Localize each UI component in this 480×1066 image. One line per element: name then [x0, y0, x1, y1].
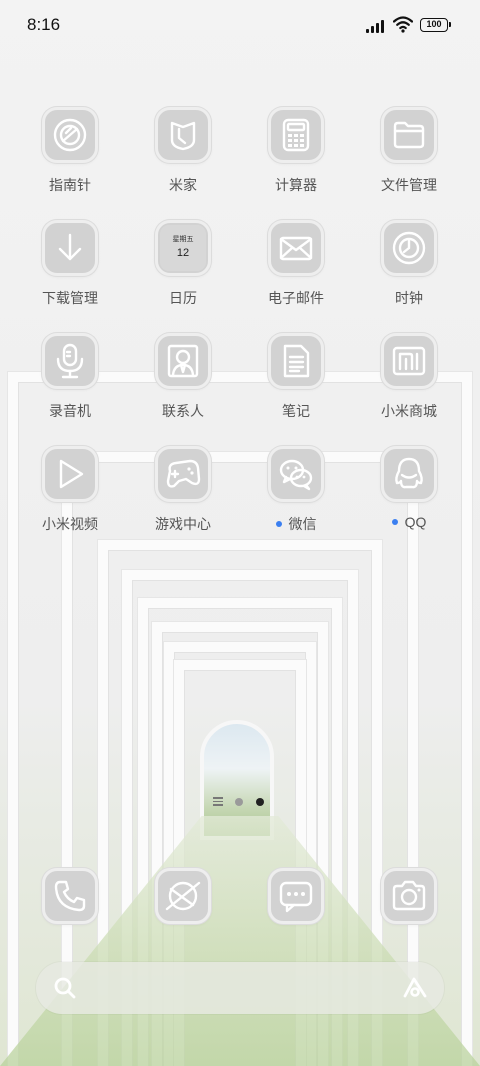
app-mijia[interactable]: 米家 [133, 107, 233, 195]
app-label: 计算器 [275, 177, 317, 193]
app-label: 联系人 [162, 403, 204, 419]
dock-phone[interactable] [20, 868, 120, 924]
app-clock[interactable]: 时钟 [359, 220, 459, 308]
phone-icon [42, 868, 98, 924]
dock-camera[interactable] [359, 868, 459, 924]
app-video-play[interactable]: 小米视频 [20, 446, 120, 534]
app-calendar[interactable]: 星期五 12 日历 [133, 220, 233, 308]
contacts-icon [155, 333, 211, 389]
notification-dot [275, 521, 282, 527]
app-label: 下载管理 [42, 290, 98, 306]
calendar-weekday: 星期五 [172, 236, 194, 243]
app-wechat[interactable]: 微信 [246, 446, 346, 534]
app-label: 日历 [169, 290, 197, 306]
video-play-icon [42, 446, 98, 502]
microphone-icon [42, 333, 98, 389]
app-label: 小米视频 [42, 516, 98, 532]
clock-icon [381, 220, 437, 276]
notification-dot [391, 519, 398, 525]
calculator-icon [268, 107, 324, 163]
mi-store-icon [381, 333, 437, 389]
app-label: 游戏中心 [155, 516, 211, 532]
app-label: 米家 [169, 177, 197, 193]
app-label: QQ [404, 514, 427, 530]
messages-icon [268, 868, 324, 924]
calendar-day: 12 [176, 247, 190, 259]
cellular-signal-icon [366, 19, 388, 33]
mijia-icon [155, 107, 211, 163]
page-dot-2[interactable] [256, 798, 264, 806]
page-indicator[interactable] [213, 796, 269, 808]
status-bar: 8:16 100 [0, 0, 480, 50]
battery-icon: 100 [420, 18, 451, 32]
wechat-icon [268, 446, 324, 502]
camera-icon [381, 868, 437, 924]
compass-icon [42, 107, 98, 163]
dock-browser[interactable] [133, 868, 233, 924]
app-compass[interactable]: 指南针 [20, 107, 120, 195]
app-folder[interactable]: 文件管理 [359, 107, 459, 195]
status-time: 8:16 [27, 15, 61, 34]
folder-icon [381, 107, 437, 163]
app-label: 笔记 [282, 403, 310, 419]
app-label: 微信 [288, 516, 317, 532]
dock-messages[interactable] [246, 868, 346, 924]
app-contacts[interactable]: 联系人 [133, 333, 233, 421]
app-qq-penguin[interactable]: QQ [359, 446, 459, 530]
app-notes[interactable]: 笔记 [246, 333, 346, 421]
app-label: 时钟 [395, 290, 423, 306]
notes-icon [268, 333, 324, 389]
mail-icon [268, 220, 324, 276]
browser-icon [155, 868, 211, 924]
page-dot-1[interactable] [235, 798, 243, 806]
app-label: 小米商城 [381, 403, 437, 419]
app-mi-store[interactable]: 小米商城 [359, 333, 459, 421]
app-label: 电子邮件 [268, 290, 324, 306]
app-label: 录音机 [49, 403, 91, 419]
app-mail[interactable]: 电子邮件 [246, 220, 346, 308]
search-icon [54, 977, 76, 999]
search-bar[interactable] [36, 962, 444, 1014]
gamepad-icon [155, 446, 211, 502]
assistant-logo-icon[interactable] [402, 975, 428, 1001]
download-icon [42, 220, 98, 276]
app-label: 指南针 [49, 177, 91, 193]
calendar-icon: 星期五 12 [155, 220, 211, 276]
app-download[interactable]: 下载管理 [20, 220, 120, 308]
qq-penguin-icon [381, 446, 437, 502]
app-calculator[interactable]: 计算器 [246, 107, 346, 195]
app-microphone[interactable]: 录音机 [20, 333, 120, 421]
app-drawer-indicator-icon [213, 797, 223, 806]
app-gamepad[interactable]: 游戏中心 [133, 446, 233, 534]
app-label: 文件管理 [381, 177, 437, 193]
wifi-icon [393, 16, 413, 33]
